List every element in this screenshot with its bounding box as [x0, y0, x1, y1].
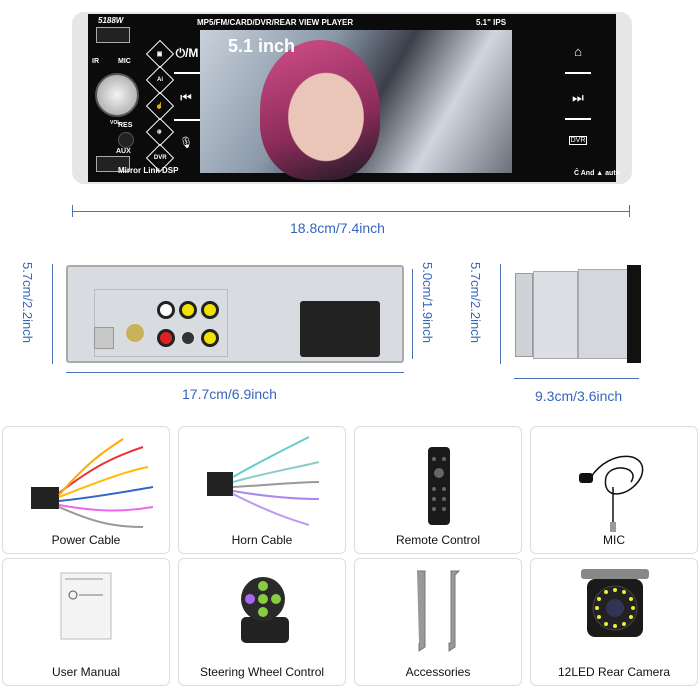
accessory-card-remote: Remote Control [354, 426, 522, 554]
carplay-android-auto-label: Ĉ And ▲ auto [574, 170, 620, 177]
accessory-card-steering-wheel-control: Steering Wheel Control [178, 558, 346, 686]
prev-call-button[interactable]: ⏮ [171, 90, 201, 106]
rca-red [157, 329, 175, 347]
rear-camera-image [581, 569, 649, 637]
screen-spec: 5.1" IPS [476, 18, 507, 27]
dimension-line [514, 378, 639, 379]
rca-white [157, 301, 175, 319]
accessory-label: Horn Cable [231, 533, 293, 547]
back-panel [66, 265, 404, 363]
accessory-label: User Manual [51, 665, 121, 679]
screen-size-label: 5.1 inch [228, 36, 296, 56]
touch-icon[interactable]: ☝ [145, 91, 175, 121]
call-next-icon[interactable]: ⏭ [563, 90, 593, 106]
accessory-card-accessories: Accessories [354, 558, 522, 686]
dimension-line [412, 269, 413, 359]
accessory-card-user-manual: User Manual [2, 558, 170, 686]
side-bracket [515, 273, 533, 357]
accessory-card-rear-camera: 12LED Rear Camera [530, 558, 698, 686]
aux-jack [118, 132, 134, 148]
model-label: 5188W [98, 16, 124, 25]
side-faceplate [627, 265, 641, 363]
accessory-label: 12LED Rear Camera [557, 665, 671, 679]
side-view [515, 265, 641, 363]
rca-yellow [201, 301, 219, 319]
dimension-line [52, 264, 53, 364]
divider [565, 118, 591, 120]
accessory-label: Power Cable [51, 533, 121, 547]
divider [565, 72, 591, 74]
side-cage [578, 269, 628, 359]
iso-connector [300, 301, 380, 357]
back-inner-height-label: 5.0cm/1.9inch [420, 262, 435, 343]
accessory-label: MIC [603, 533, 625, 547]
voice-mic-button[interactable]: 🎙 [171, 136, 201, 149]
removal-keys-image [417, 570, 461, 652]
accessory-label: Remote Control [395, 533, 481, 547]
divider [174, 119, 200, 121]
accessory-label: Steering Wheel Control [199, 665, 325, 679]
home-icon[interactable]: ⌂ [563, 44, 593, 59]
antenna-jack [124, 322, 146, 344]
divider [174, 72, 200, 74]
radio-antenna-port [94, 327, 114, 349]
back-width-label: 17.7cm/6.9inch [182, 386, 277, 402]
volume-knob[interactable] [95, 73, 139, 117]
steering-wheel-control-image [241, 577, 289, 643]
steering-wheel-icon[interactable]: ⊛ [145, 117, 175, 147]
ir-label: IR [92, 58, 99, 65]
remote-control-image [428, 447, 450, 525]
side-depth-label: 9.3cm/3.6inch [535, 388, 623, 404]
mic-image [579, 455, 644, 532]
side-height-label: 5.7cm/2.2inch [468, 262, 483, 343]
aux-label: AUX [116, 148, 131, 155]
rca-yellow [179, 301, 197, 319]
power-mode-button[interactable]: ⏻/M [170, 46, 204, 61]
back-height-label: 5.7cm/2.2inch [20, 262, 35, 343]
screen-image-portrait [260, 40, 380, 180]
rca-yellow [201, 329, 219, 347]
accessory-card-mic: MIC [530, 426, 698, 554]
mirror-link-dsp-label: Mirror Link DSP [118, 166, 179, 175]
dimension-line [66, 372, 404, 373]
front-width-label: 18.8cm/7.4inch [290, 220, 385, 236]
usb-port-top [96, 27, 130, 43]
power-cable-image [31, 438, 154, 528]
dimension-tick [72, 205, 73, 217]
dimension-line [72, 211, 630, 212]
user-manual-image [60, 572, 112, 640]
accessory-card-power-cable: Power Cable [2, 426, 170, 554]
accessory-card-horn-cable: Horn Cable [178, 426, 346, 554]
ai-icon[interactable]: Ai [145, 65, 175, 95]
accessory-label: Accessories [405, 665, 471, 679]
dvr-icon[interactable]: DVR [569, 136, 587, 145]
dimension-line [500, 264, 501, 364]
dimension-tick [629, 205, 630, 217]
feature-banner: MP5/FM/CARD/DVR/REAR VIEW PLAYER [197, 18, 354, 27]
side-chassis [533, 271, 578, 359]
rca-black [179, 329, 197, 347]
horn-cable-image [207, 436, 320, 526]
res-label: RES [118, 122, 133, 129]
mic-label: MIC [118, 58, 131, 65]
